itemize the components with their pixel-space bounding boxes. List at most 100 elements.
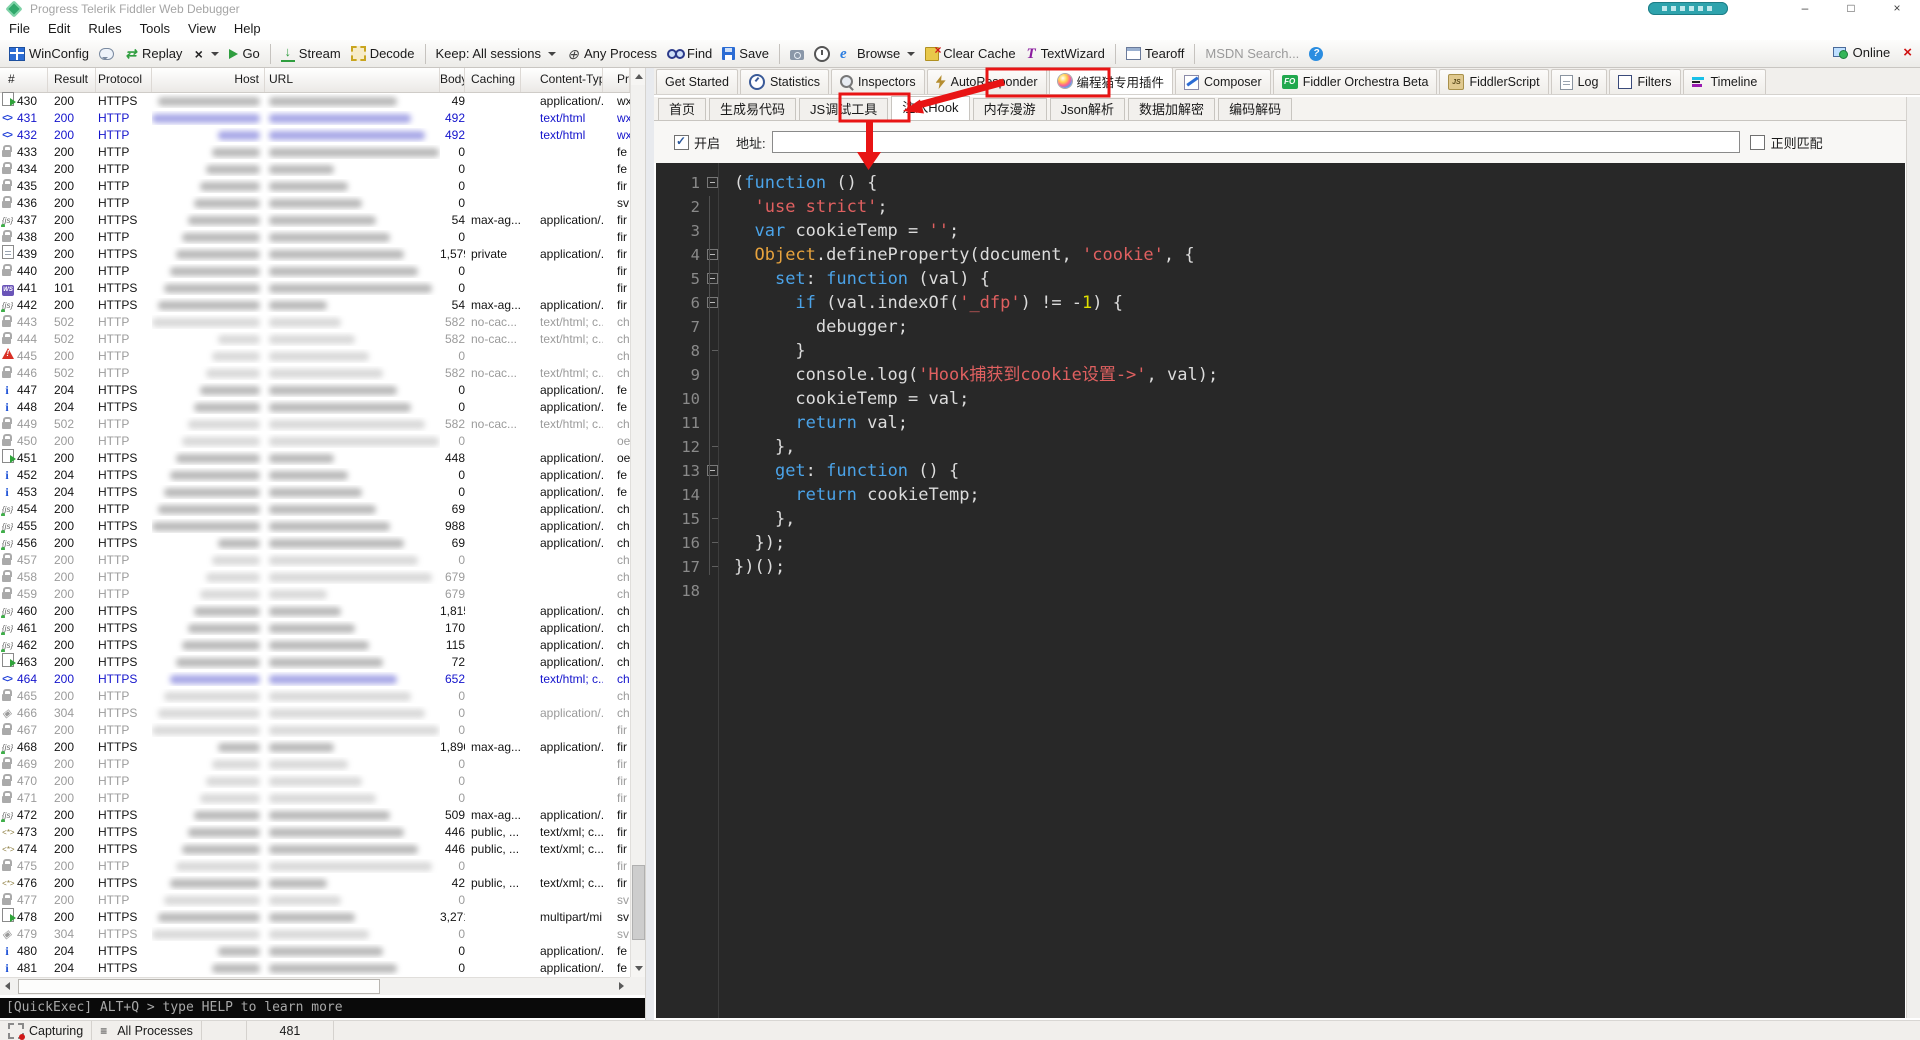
session-row[interactable]: 430200HTTPS49application/...wx: [0, 92, 630, 109]
tearoff-button[interactable]: Tearoff: [1121, 44, 1190, 63]
browse-button[interactable]: Browse: [835, 44, 920, 63]
session-row[interactable]: 456200HTTPS69application/...ch: [0, 534, 630, 551]
session-row[interactable]: 457 200 HTTP 0 ch: [0, 551, 630, 568]
session-row[interactable]: 447204HTTPS0application/...fe: [0, 381, 630, 398]
subtab-4[interactable]: 注入Hook: [891, 96, 970, 120]
enable-checkbox[interactable]: [674, 134, 689, 150]
scroll-up-arrow[interactable]: [631, 68, 646, 85]
winconfig-button[interactable]: WinConfig: [4, 44, 94, 63]
subtab-5[interactable]: 内存漫游: [972, 98, 1047, 120]
find-button[interactable]: Find: [662, 44, 717, 63]
overlay-widget[interactable]: [1648, 2, 1728, 15]
tab-inspectors[interactable]: Inspectors: [830, 69, 925, 94]
remove-sessions-dropdown-caret[interactable]: [211, 51, 220, 56]
capturing-indicator[interactable]: Capturing: [0, 1021, 93, 1040]
session-row[interactable]: 470 200 HTTP 0 fir: [0, 772, 630, 789]
column-header-result[interactable]: Result: [48, 68, 96, 92]
vertical-scroll-thumb[interactable]: [632, 865, 645, 940]
session-row[interactable]: 446 502 HTTP 582 no-cac... text/html; c... ch: [0, 364, 630, 381]
session-row[interactable]: 434 200 HTTP 0 fe: [0, 160, 630, 177]
quickexec-bar[interactable]: [QuickExec] ALT+Q > type HELP to learn m…: [0, 998, 648, 1018]
session-row[interactable]: 443 502 HTTP 582 no-cac... text/html; c... ch: [0, 313, 630, 330]
fold-marker-icon[interactable]: [707, 177, 718, 188]
address-input[interactable]: [771, 131, 1740, 153]
maximize-button[interactable]: □: [1828, 0, 1874, 18]
menu-rules[interactable]: Rules: [79, 18, 130, 40]
session-row[interactable]: 478200HTTPS3,271multipart/mi...sv: [0, 908, 630, 925]
column-header-host[interactable]: Host: [152, 68, 265, 92]
tab-timeline[interactable]: Timeline: [1682, 69, 1767, 94]
session-row[interactable]: 431200HTTP492text/htmlwx: [0, 109, 630, 126]
menu-edit[interactable]: Edit: [39, 18, 79, 40]
subtab-1[interactable]: 首页: [658, 98, 707, 120]
tab-get-started[interactable]: Get Started: [656, 69, 738, 94]
session-row[interactable]: 473200HTTPS446public, ...text/xml; c...f…: [0, 823, 630, 840]
session-row[interactable]: 460200HTTPS1,815application/...ch: [0, 602, 630, 619]
subtab-3[interactable]: JS调试工具: [799, 98, 889, 120]
session-row[interactable]: 440 200 HTTP 0 fir: [0, 262, 630, 279]
session-row[interactable]: 435 200 HTTP 0 fir: [0, 177, 630, 194]
menu-help[interactable]: Help: [225, 18, 270, 40]
tab-log[interactable]: Log: [1550, 69, 1608, 94]
comment-button[interactable]: [94, 46, 119, 62]
session-row[interactable]: 441101HTTPS0fir: [0, 279, 630, 296]
session-row[interactable]: 477 200 HTTP 0 sv: [0, 891, 630, 908]
session-row[interactable]: 468200HTTPS1,890max-ag...application/...…: [0, 738, 630, 755]
session-row[interactable]: 455200HTTPS988application/...ch: [0, 517, 630, 534]
browse-dropdown-caret[interactable]: [907, 51, 916, 56]
tab-编程猫专用插件[interactable]: 编程猫专用插件: [1048, 67, 1174, 94]
remove-sessions-button[interactable]: [187, 45, 224, 63]
session-row[interactable]: 474200HTTPS446public, ...text/xml; c...f…: [0, 840, 630, 857]
session-row[interactable]: 437200HTTPS54max-ag...application/...fir: [0, 211, 630, 228]
session-row[interactable]: 439200HTTPS1,579privateapplication/...fi…: [0, 245, 630, 262]
session-row[interactable]: 452204HTTPS0application/...fe: [0, 466, 630, 483]
session-row[interactable]: 464200HTTPS652text/html; c...ch: [0, 670, 630, 687]
session-row[interactable]: 432200HTTP492text/htmlwx: [0, 126, 630, 143]
tab-statistics[interactable]: Statistics: [739, 69, 829, 94]
tab-filters[interactable]: Filters: [1609, 69, 1681, 94]
session-row[interactable]: 458 200 HTTP 679 ch: [0, 568, 630, 585]
remove-red-x-icon[interactable]: ×: [1903, 44, 1912, 61]
scroll-left-arrow[interactable]: [0, 978, 17, 995]
save-button[interactable]: Save: [717, 44, 774, 63]
session-row[interactable]: 466304HTTPS0application/...ch: [0, 704, 630, 721]
subtab-8[interactable]: 编码解码: [1218, 98, 1293, 120]
session-row[interactable]: 465 200 HTTP 0 ch: [0, 687, 630, 704]
code-editor[interactable]: 1 (function () {2 'use strict'; 3 var cook…: [656, 163, 1905, 1018]
any-process-button[interactable]: Any Process: [561, 44, 662, 63]
keep-dropdown-caret[interactable]: [548, 51, 557, 56]
session-row[interactable]: 454200HTTP69application/...ch: [0, 500, 630, 517]
menu-file[interactable]: File: [0, 18, 39, 40]
column-header-content-type[interactable]: Content-Type: [521, 68, 603, 92]
help-button[interactable]: [1304, 45, 1328, 63]
regex-checkbox[interactable]: [1749, 134, 1765, 150]
session-row[interactable]: 449 502 HTTP 582 no-cac... text/html; c... ch: [0, 415, 630, 432]
session-row[interactable]: 459 200 HTTP 679 ch: [0, 585, 630, 602]
tab-composer[interactable]: Composer: [1175, 69, 1271, 94]
session-row[interactable]: 472200HTTPS509max-ag...application/...fi…: [0, 806, 630, 823]
timer-button[interactable]: [809, 44, 835, 64]
stream-button[interactable]: Stream: [276, 44, 346, 64]
session-row[interactable]: 436 200 HTTP 0 sv: [0, 194, 630, 211]
session-row[interactable]: 480204HTTPS0application/...fe: [0, 942, 630, 959]
subtab-7[interactable]: 数据加解密: [1128, 98, 1216, 120]
textwizard-button[interactable]: TextWizard: [1021, 44, 1110, 63]
session-row[interactable]: 442200HTTPS54max-ag...application/...fir: [0, 296, 630, 313]
session-horizontal-scrollbar[interactable]: [0, 977, 630, 995]
right-scrollbar-strip[interactable]: [1906, 97, 1920, 1018]
column-header-num[interactable]: #: [0, 68, 48, 92]
subtab-2[interactable]: 生成易代码: [709, 98, 797, 120]
subtab-6[interactable]: Json解析: [1049, 98, 1126, 120]
decode-button[interactable]: Decode: [346, 44, 420, 63]
column-header-pr[interactable]: Pr: [603, 68, 630, 92]
session-row[interactable]: 463200HTTPS72application/...ch: [0, 653, 630, 670]
msdn-search-button[interactable]: MSDN Search...: [1200, 44, 1304, 63]
session-row[interactable]: 445200HTTP0ch: [0, 347, 630, 364]
minimize-button[interactable]: –: [1782, 0, 1828, 18]
session-row[interactable]: 433 200 HTTP 0 fe: [0, 143, 630, 160]
column-header-protocol[interactable]: Protocol: [96, 68, 152, 92]
menu-view[interactable]: View: [179, 18, 225, 40]
session-row[interactable]: 475 200 HTTP 0 fir: [0, 857, 630, 874]
column-header-url[interactable]: URL: [265, 68, 440, 92]
close-button[interactable]: ×: [1874, 0, 1920, 18]
